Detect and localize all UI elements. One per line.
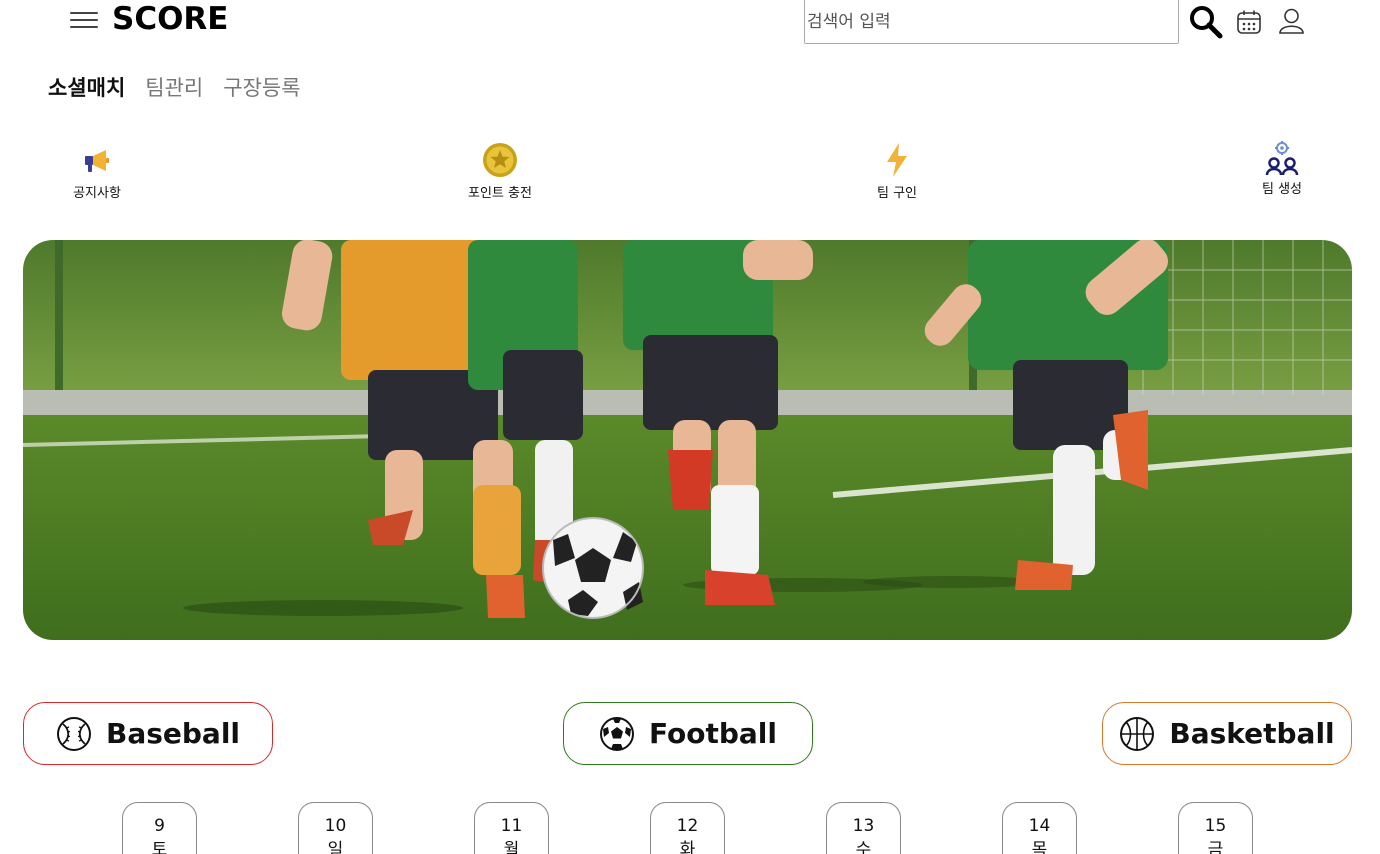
date-item[interactable]: 12 화: [650, 802, 725, 854]
quick-menu-point-charge[interactable]: 포인트 충전: [445, 143, 555, 201]
soccer-ball-icon: [600, 716, 634, 751]
nav-item-social-match[interactable]: 소셜매치: [48, 72, 125, 104]
sport-button-basketball[interactable]: Basketball: [1102, 702, 1352, 765]
quick-menu-label: 공지사항: [73, 186, 121, 201]
date-day: 10: [324, 816, 347, 836]
basketball-icon: [1120, 716, 1155, 751]
sport-button-football[interactable]: Football: [563, 702, 813, 765]
team-create-icon: [1265, 141, 1299, 176]
lightning-icon: [887, 143, 907, 177]
date-weekday: 금: [1207, 840, 1224, 854]
logo[interactable]: SCORE: [112, 0, 228, 38]
date-item[interactable]: 10 일: [298, 802, 373, 854]
hamburger-icon[interactable]: [70, 12, 98, 32]
search-input[interactable]: [804, 0, 1179, 44]
sport-label: Basketball: [1169, 717, 1335, 750]
date-weekday: 수: [855, 840, 872, 854]
date-weekday: 월: [503, 840, 520, 854]
date-item[interactable]: 13 수: [826, 802, 901, 854]
quick-menu-label: 팀 생성: [1261, 182, 1302, 197]
sport-label: Baseball: [105, 717, 241, 750]
nav-item-team-manage[interactable]: 팀관리: [145, 72, 203, 104]
user-icon[interactable]: [1278, 7, 1305, 35]
quick-menu-team-create[interactable]: 팀 생성: [1227, 141, 1337, 197]
nav-item-venue-register[interactable]: 구장등록: [223, 72, 300, 104]
date-day: 9: [154, 816, 165, 836]
date-weekday: 목: [1031, 840, 1048, 854]
megaphone-icon: [85, 150, 109, 172]
date-day: 12: [676, 816, 699, 836]
date-weekday: 토: [151, 840, 168, 854]
calendar-icon[interactable]: [1236, 9, 1262, 35]
search-icon[interactable]: [1188, 4, 1224, 40]
quick-menu-notice[interactable]: 공지사항: [42, 146, 152, 201]
date-day: 11: [500, 816, 523, 836]
main-nav: 소셜매치 팀관리 구장등록: [48, 72, 301, 104]
quick-menu-team-recruit[interactable]: 팀 구인: [842, 143, 952, 201]
quick-menu-label: 팀 구인: [876, 186, 917, 201]
hero-banner-image[interactable]: [23, 240, 1352, 640]
date-item[interactable]: 9 토: [122, 802, 197, 854]
quick-menu-label: 포인트 충전: [468, 186, 532, 201]
date-item[interactable]: 15 금: [1178, 802, 1253, 854]
date-item[interactable]: 14 목: [1002, 802, 1077, 854]
date-day: 15: [1204, 816, 1227, 836]
date-item[interactable]: 11 월: [474, 802, 549, 854]
baseball-icon: [56, 716, 91, 751]
sport-label: Football: [649, 717, 777, 750]
soccer-players-illustration: [23, 240, 1352, 640]
sport-button-baseball[interactable]: Baseball: [23, 702, 273, 765]
date-weekday: 화: [679, 840, 696, 854]
date-day: 14: [1028, 816, 1051, 836]
header: SCORE: [0, 0, 1380, 50]
coin-icon: [483, 143, 517, 177]
date-weekday: 일: [327, 840, 344, 854]
date-day: 13: [852, 816, 875, 836]
